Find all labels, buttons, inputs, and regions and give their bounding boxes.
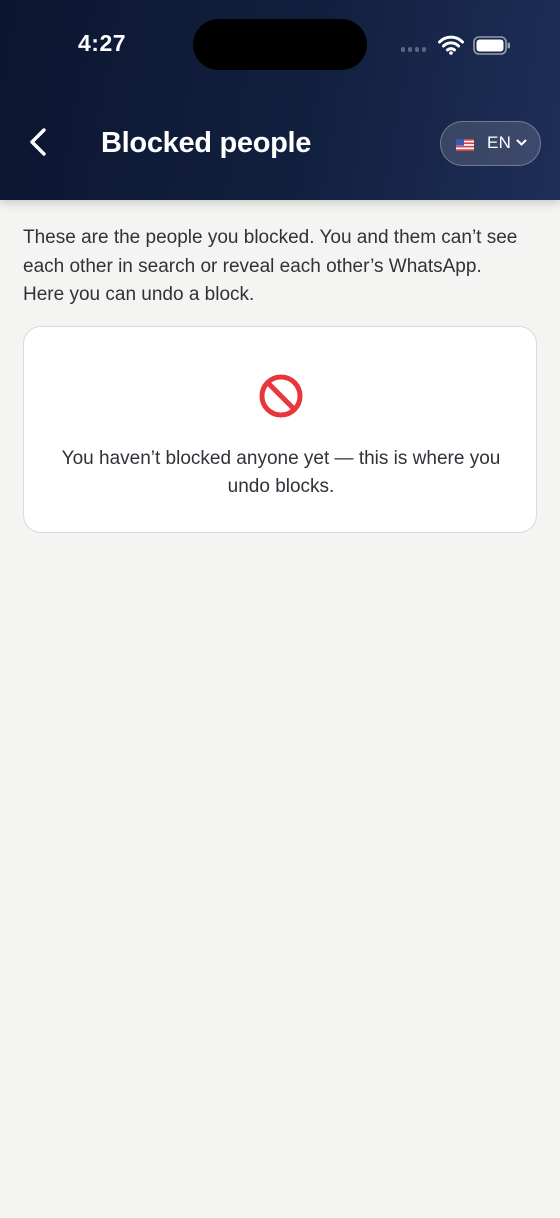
dynamic-island	[193, 19, 367, 70]
back-arrow-icon[interactable]	[22, 124, 56, 160]
language-selector[interactable]: EN	[440, 121, 541, 166]
navigation-bar: Blocked people EN	[0, 110, 560, 180]
app-header: 4:27 Blocked people EN	[0, 0, 560, 200]
us-flag-icon	[456, 139, 474, 151]
wifi-icon	[438, 35, 464, 55]
cellular-signal-icon	[401, 47, 429, 53]
empty-state-card: You haven’t blocked anyone yet — this is…	[23, 326, 537, 533]
status-bar: 4:27	[0, 0, 560, 90]
language-code: EN	[487, 133, 512, 152]
battery-icon	[473, 36, 510, 55]
blocked-description: These are the people you blocked. You an…	[23, 227, 518, 305]
no-entry-icon	[259, 374, 303, 418]
chevron-down-icon	[516, 139, 527, 146]
page-title: Blocked people	[101, 127, 312, 159]
empty-state-message: You haven’t blocked anyone yet — this is…	[61, 448, 501, 497]
status-time: 4:27	[78, 30, 127, 56]
